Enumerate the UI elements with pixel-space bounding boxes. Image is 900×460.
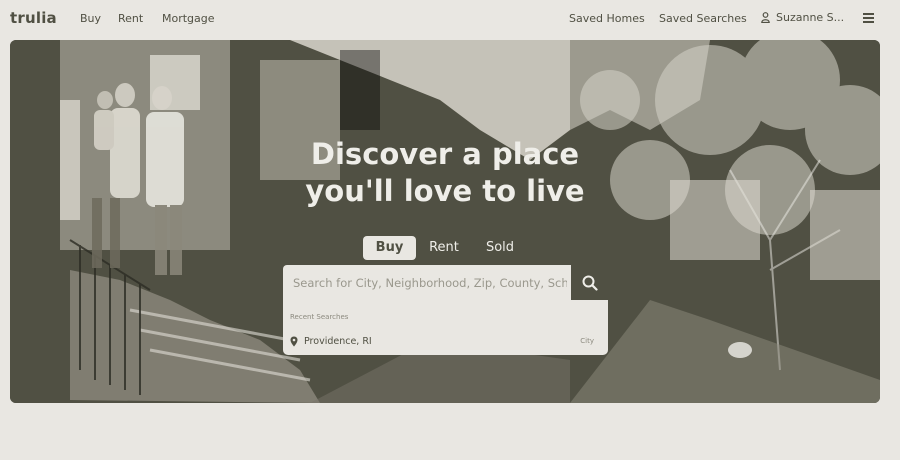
user-menu[interactable]: Suzanne S...	[761, 11, 844, 24]
tab-buy[interactable]: Buy	[363, 236, 416, 260]
search-type-tabs: Buy Rent Sold	[363, 236, 528, 260]
nav-link-mortgage[interactable]: Mortgage	[162, 12, 215, 25]
tab-rent[interactable]: Rent	[416, 236, 472, 260]
nav-link-buy[interactable]: Buy	[80, 12, 101, 25]
recent-search-type: City	[580, 337, 594, 345]
recent-search-item[interactable]: Providence, RI City	[290, 333, 600, 349]
trulia-logo[interactable]: trulia	[10, 9, 57, 27]
recent-searches-label: Recent Searches	[290, 313, 349, 321]
recent-searches-dropdown: Recent Searches Providence, RI City	[283, 300, 608, 355]
saved-searches-link[interactable]: Saved Searches	[659, 12, 747, 25]
search-icon	[582, 275, 598, 291]
location-pin-icon	[290, 336, 298, 346]
search-input[interactable]	[283, 265, 567, 300]
hero-banner: Discover a place you'll love to live Buy…	[10, 40, 880, 403]
search-button[interactable]	[571, 265, 608, 300]
search-box	[283, 265, 608, 300]
hero-headline: Discover a place you'll love to live	[10, 136, 880, 210]
user-name: Suzanne S...	[776, 11, 845, 24]
recent-search-city: Providence, RI	[304, 335, 372, 347]
tab-sold[interactable]: Sold	[472, 236, 528, 260]
headline-line-2: you'll love to live	[305, 174, 585, 208]
headline-line-1: Discover a place	[310, 137, 580, 171]
nav-link-rent[interactable]: Rent	[118, 12, 143, 25]
top-nav: trulia Buy Rent Mortgage Saved Homes Sav…	[0, 0, 900, 38]
menu-icon[interactable]	[863, 13, 874, 23]
user-icon	[761, 12, 770, 23]
saved-homes-link[interactable]: Saved Homes	[569, 12, 645, 25]
